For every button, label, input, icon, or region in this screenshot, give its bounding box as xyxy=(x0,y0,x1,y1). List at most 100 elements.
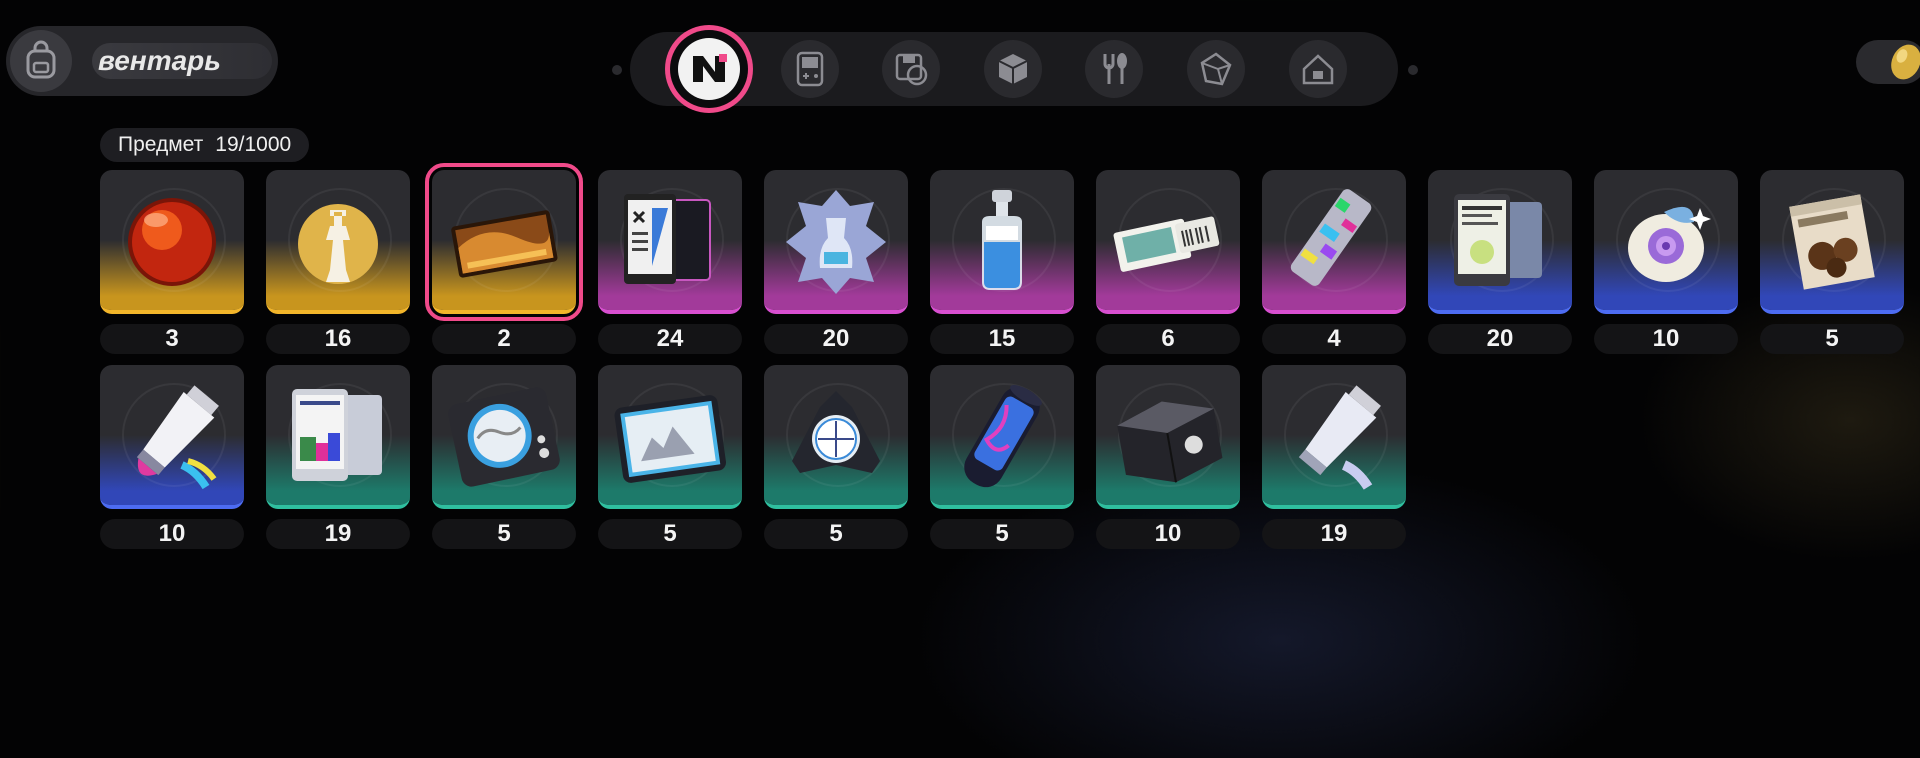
item-quantity: 15 xyxy=(930,324,1074,354)
item-card-snail-shell-fruit[interactable] xyxy=(1594,170,1738,314)
red-orb-icon xyxy=(128,198,216,286)
bottle-icon xyxy=(982,190,1022,290)
inventory-slot[interactable]: 19 xyxy=(266,365,410,549)
glitch-icon xyxy=(1290,189,1372,286)
inventory-slot[interactable]: 10 xyxy=(1096,365,1240,549)
n-logo-icon xyxy=(693,54,727,82)
tab-bar-dot-right xyxy=(1408,65,1418,75)
inventory-slot[interactable]: 5 xyxy=(432,365,576,549)
house-icon xyxy=(1302,54,1334,85)
frame-icon xyxy=(614,395,727,483)
inventory-slot[interactable]: 5 xyxy=(1760,170,1904,354)
tab-crystals[interactable] xyxy=(1187,40,1245,98)
item-quantity: 5 xyxy=(1760,324,1904,354)
floppy-disk-icon xyxy=(895,53,928,86)
crystal-icon xyxy=(1200,52,1232,86)
inventory-slot[interactable]: 19 xyxy=(1262,365,1406,549)
currency-indicator[interactable] xyxy=(1856,40,1920,84)
item-quantity: 5 xyxy=(930,519,1074,549)
item-card-silver-paint-tube[interactable] xyxy=(1262,365,1406,509)
item-quantity: 10 xyxy=(1096,519,1240,549)
item-card-document-tablet[interactable] xyxy=(598,170,742,314)
tab-materials[interactable] xyxy=(984,40,1042,98)
item-quantity: 2 xyxy=(432,324,576,354)
gold-egg-icon xyxy=(1891,44,1920,80)
inventory-slot[interactable]: 20 xyxy=(764,170,908,354)
item-quantity: 10 xyxy=(100,519,244,549)
inventory-slot[interactable]: 5 xyxy=(598,365,742,549)
item-quantity: 4 xyxy=(1262,324,1406,354)
tab-furniture[interactable] xyxy=(1289,40,1347,98)
item-card-golden-ticket-card[interactable] xyxy=(425,163,583,321)
fork-spoon-icon xyxy=(1103,53,1127,84)
paint-tube-icon xyxy=(136,385,219,490)
tab-food[interactable] xyxy=(1085,40,1143,98)
bag-icon xyxy=(1789,194,1875,290)
inventory-slot[interactable]: 3 xyxy=(100,170,244,354)
item-card-red-orb[interactable] xyxy=(100,170,244,314)
item-card-fidget-spinner[interactable] xyxy=(764,365,908,509)
paint-tube-icon xyxy=(1298,385,1381,490)
turntable-icon xyxy=(448,387,560,487)
item-quantity: 5 xyxy=(598,519,742,549)
item-card-optional-box[interactable] xyxy=(1096,365,1240,509)
item-counter-label: Предмет xyxy=(118,133,204,156)
shell-icon xyxy=(1628,206,1711,282)
tablet-icon xyxy=(292,389,382,481)
item-quantity: 10 xyxy=(1594,324,1738,354)
tab-disks[interactable] xyxy=(882,40,940,98)
backpack-icon xyxy=(10,30,72,92)
inventory-slot[interactable]: 5 xyxy=(930,365,1074,549)
inventory-slot[interactable]: 15 xyxy=(930,170,1074,354)
item-quantity: 19 xyxy=(266,519,410,549)
item-quantity: 20 xyxy=(1428,324,1572,354)
crystal-trophy-icon xyxy=(786,190,886,294)
tablet-icon xyxy=(1454,194,1542,286)
tablet-icon xyxy=(624,194,711,284)
item-card-glow-cylinder[interactable] xyxy=(930,365,1074,509)
tab-bar-dot-left xyxy=(612,65,622,75)
cube-icon xyxy=(998,54,1028,84)
card-icon xyxy=(451,210,558,278)
inventory-slot[interactable]: 20 xyxy=(1428,170,1572,354)
item-card-turntable-device[interactable] xyxy=(432,365,576,509)
tab-all-items[interactable] xyxy=(670,30,748,108)
item-quantity: 24 xyxy=(598,324,742,354)
item-counter: Предмет 19/1000 xyxy=(100,128,310,162)
inventory-slot[interactable]: 4 xyxy=(1262,170,1406,354)
item-card-reader-tablet[interactable] xyxy=(1428,170,1572,314)
item-card-photo-frame[interactable] xyxy=(598,365,742,509)
item-quantity: 16 xyxy=(266,324,410,354)
item-card-crystal-trophy[interactable] xyxy=(764,170,908,314)
inventory-slot[interactable]: 2 xyxy=(425,163,583,354)
tab-gadgets[interactable] xyxy=(781,40,839,98)
item-card-poster-tablet[interactable] xyxy=(266,365,410,509)
box-icon xyxy=(1117,401,1223,483)
item-card-glitch-spray[interactable] xyxy=(1262,170,1406,314)
inventory-slot[interactable]: 24 xyxy=(598,170,742,354)
page-title: вентарь xyxy=(92,43,272,79)
item-card-blue-liquid-bottle[interactable] xyxy=(930,170,1074,314)
item-quantity: 5 xyxy=(764,519,908,549)
inventory-slot[interactable]: 10 xyxy=(1594,170,1738,354)
item-card-golden-chess-king[interactable] xyxy=(266,170,410,314)
inventory-slot[interactable]: 10 xyxy=(100,365,244,549)
item-card-tickets[interactable] xyxy=(1096,170,1240,314)
item-card-rainbow-paint-tube[interactable] xyxy=(100,365,244,509)
item-quantity: 3 xyxy=(100,324,244,354)
spinner-icon xyxy=(792,391,880,473)
item-quantity: 20 xyxy=(764,324,908,354)
item-card-cookie-bag[interactable] xyxy=(1760,170,1904,314)
item-quantity: 19 xyxy=(1262,519,1406,549)
inventory-slot[interactable]: 6 xyxy=(1096,170,1240,354)
cylinder-icon xyxy=(964,385,1042,488)
ticket-icon xyxy=(1113,216,1220,272)
handheld-console-icon xyxy=(796,51,824,87)
inventory-slot[interactable]: 5 xyxy=(764,365,908,549)
chess-piece-icon xyxy=(298,204,378,284)
inventory-title-pill[interactable]: вентарь xyxy=(6,26,278,96)
item-counter-value: 19/1000 xyxy=(215,133,292,156)
item-quantity: 6 xyxy=(1096,324,1240,354)
item-quantity: 5 xyxy=(432,519,576,549)
inventory-slot[interactable]: 16 xyxy=(266,170,410,354)
